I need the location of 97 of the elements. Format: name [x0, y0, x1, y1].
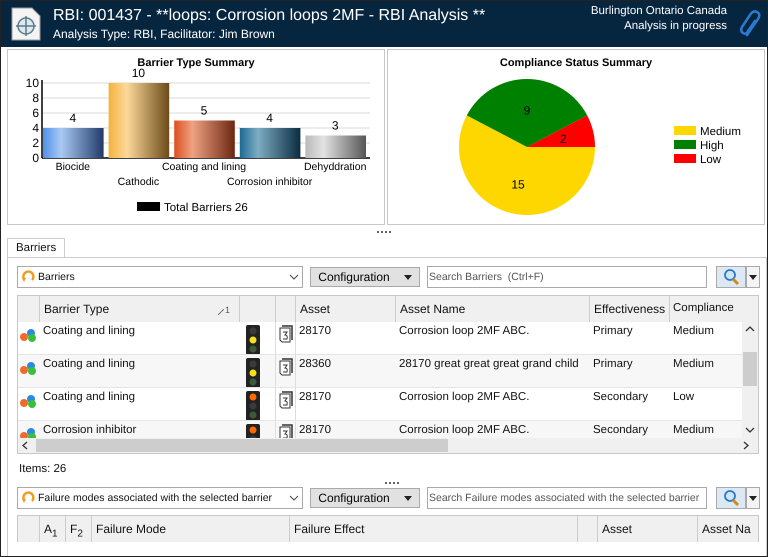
search-button[interactable]	[716, 266, 746, 288]
data-label: 10	[132, 66, 146, 80]
table-cell-text: 28170	[298, 423, 332, 438]
data-label: 4	[266, 111, 273, 125]
search-options-button[interactable]	[746, 487, 760, 509]
window-title: RBI: 001437 - **loops: Corrosion loops 2MF - RBI Analysis **	[53, 7, 486, 25]
axis-tick-label: 4	[32, 121, 39, 135]
axis-tick-label: 6	[32, 106, 39, 120]
sort-icon	[218, 309, 224, 315]
location-text: Burlington Ontario Canada	[590, 4, 727, 19]
bar	[43, 128, 104, 158]
column-header[interactable]: F$_{2}$	[66, 516, 92, 542]
caret-icon	[404, 496, 412, 500]
column-header[interactable]: Asset	[598, 516, 698, 542]
category-label: Dehyddration	[304, 161, 366, 173]
table-cell-text: Secondary	[592, 390, 649, 405]
document-crosshair-icon	[11, 7, 41, 41]
table-cell-text: Low	[672, 390, 696, 405]
table-cell-text: 28170 great great great grand child	[398, 357, 580, 372]
category-label: Biocide	[56, 161, 90, 173]
splitter-grip[interactable]	[384, 481, 400, 485]
column-header[interactable]: Failure Effect	[290, 516, 578, 542]
column-header[interactable]: A$_{1}$	[40, 516, 66, 542]
refresh-icon	[21, 491, 35, 505]
table-cell-text: Corrosion loop 2MF ABC.	[398, 390, 530, 405]
table-cell-text: Secondary	[592, 423, 649, 438]
table-cell-text: 28170	[298, 324, 332, 339]
bar	[305, 136, 366, 158]
bar	[174, 120, 235, 158]
document-icon	[279, 391, 293, 409]
data-label: 2	[560, 132, 567, 146]
bar	[240, 128, 300, 158]
sort-order-number: 1	[225, 305, 230, 315]
data-label: 15	[511, 177, 525, 192]
column-header[interactable]: Failure Mode	[92, 516, 290, 542]
document-icon	[279, 358, 293, 376]
caret-icon	[749, 496, 757, 500]
column-header[interactable]: Compliance	[670, 296, 742, 322]
table-cell-text: Corrosion loop 2MF ABC.	[398, 423, 530, 438]
items-count: Items: 26	[19, 463, 68, 475]
paperclip-icon[interactable]	[739, 9, 761, 39]
analysis-subtitle: Analysis Type: RBI, Facilitator: Jim Brown	[53, 27, 276, 41]
column-header[interactable]: Asset Na	[698, 516, 756, 542]
table-cell-text: Coating and lining	[42, 390, 136, 405]
data-label: 4	[69, 111, 76, 125]
category-label: Coating and lining	[162, 161, 246, 173]
data-label: 3	[332, 118, 339, 132]
axis-tick-label: 8	[32, 91, 39, 105]
legend-label: Medium	[700, 126, 741, 138]
search-icon	[722, 489, 740, 507]
view-dropdown[interactable]: Barriers	[17, 266, 303, 288]
table-cell-text: Coating and lining	[42, 357, 136, 372]
caret-icon	[749, 274, 757, 280]
legend-label: Total Barriers 26	[164, 202, 248, 214]
barrier-balls-icon	[19, 427, 37, 438]
status-text: Analysis in progress	[623, 19, 727, 34]
chevron-down-icon	[289, 495, 299, 501]
search-icon	[722, 268, 740, 286]
view-dropdown[interactable]: Failure modes associated with the selected barrier	[17, 487, 303, 509]
table-cell-text: Corrosion inhibitor	[42, 423, 138, 438]
document-icon	[279, 325, 293, 343]
legend-label: High	[700, 140, 724, 152]
table-cell-text: 28170	[298, 390, 332, 405]
search-field[interactable]: Search Barriers (Ctrl+F)	[427, 266, 707, 288]
data-label: 5	[200, 104, 208, 118]
table-cell-text: Corrosion loop 2MF ABC.	[398, 324, 530, 339]
barrier-balls-icon	[19, 328, 37, 342]
search-button[interactable]	[716, 487, 746, 509]
table-cell-text: 28360	[298, 357, 332, 372]
search-options-button[interactable]	[746, 266, 760, 288]
category-label: Cathodic	[118, 176, 160, 188]
table-cell-text: Primary	[592, 324, 634, 339]
data-label: 9	[524, 104, 530, 118]
table-cell-text: Medium	[672, 423, 715, 438]
barrier-balls-icon	[19, 394, 37, 408]
configuration-button[interactable]: Configuration	[310, 488, 420, 508]
axis-tick-label: 10	[26, 76, 39, 90]
legend-label: Low	[700, 154, 722, 166]
axis-tick-label: 2	[32, 136, 39, 150]
horizontal-scrollbar[interactable]	[18, 438, 758, 453]
legend-swatch	[137, 202, 160, 211]
table-cell-text: Primary	[592, 357, 634, 372]
table-cell-text: Medium	[672, 357, 715, 372]
configuration-button[interactable]: Configuration	[310, 267, 420, 287]
splitter-grip[interactable]	[376, 230, 392, 234]
refresh-icon	[21, 270, 35, 284]
axis-tick-label: 0	[32, 151, 39, 165]
chart-title: Compliance Status Summary	[500, 57, 652, 69]
chart-title: Barrier Type Summary	[137, 57, 255, 69]
tab[interactable]: Barriers	[7, 238, 66, 257]
chevron-down-icon	[289, 274, 299, 280]
category-label: Corrosion inhibitor	[227, 176, 312, 188]
search-field[interactable]: Search Failure modes associated with the selected barrier	[427, 487, 707, 509]
table-cell-text: Medium	[672, 324, 715, 339]
barrier-balls-icon	[19, 361, 37, 375]
caret-icon	[404, 274, 412, 280]
table-cell-text: Coating and lining	[42, 324, 136, 339]
